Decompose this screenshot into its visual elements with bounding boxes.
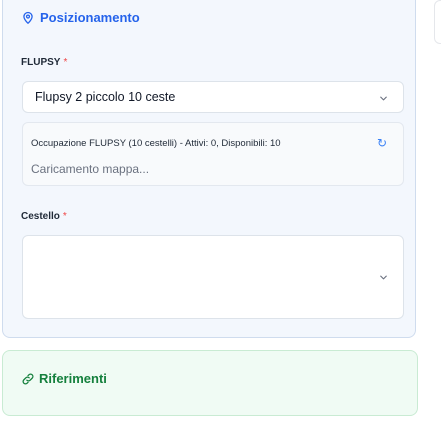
flupsy-label: FLUPSY * xyxy=(21,57,67,68)
link-icon xyxy=(22,373,34,384)
flupsy-map-panel: Occupazione FLUPSY (10 cestelli) - Attiv… xyxy=(22,122,404,186)
references-title: Riferimenti xyxy=(39,371,107,386)
positioning-section: Posizionamento FLUPSY * Flupsy 2 piccolo … xyxy=(2,0,416,338)
cestello-label-text: Cestello xyxy=(21,211,60,222)
references-section[interactable]: Riferimenti xyxy=(2,350,418,416)
adjacent-panel-edge xyxy=(434,0,441,44)
map-loading-text: Caricamento mappa... xyxy=(31,162,150,176)
cestello-label: Cestello * xyxy=(21,211,67,222)
positioning-heading: Posizionamento xyxy=(21,10,140,25)
location-pin-icon xyxy=(23,11,33,24)
required-mark: * xyxy=(63,57,68,68)
chevron-down-icon xyxy=(380,96,387,101)
flupsy-occupancy-info: Occupazione FLUPSY (10 cestelli) - Attiv… xyxy=(31,138,281,149)
positioning-title: Posizionamento xyxy=(40,10,140,25)
flupsy-label-text: FLUPSY xyxy=(21,57,61,68)
flupsy-select[interactable]: Flupsy 2 piccolo 10 ceste xyxy=(22,81,404,113)
chevron-down-icon xyxy=(380,275,387,280)
refresh-icon[interactable]: ↻ xyxy=(377,136,387,150)
references-heading[interactable]: Riferimenti xyxy=(21,371,107,386)
cestello-select[interactable] xyxy=(22,235,404,319)
flupsy-select-value: Flupsy 2 piccolo 10 ceste xyxy=(35,90,176,104)
required-mark: * xyxy=(62,211,67,222)
